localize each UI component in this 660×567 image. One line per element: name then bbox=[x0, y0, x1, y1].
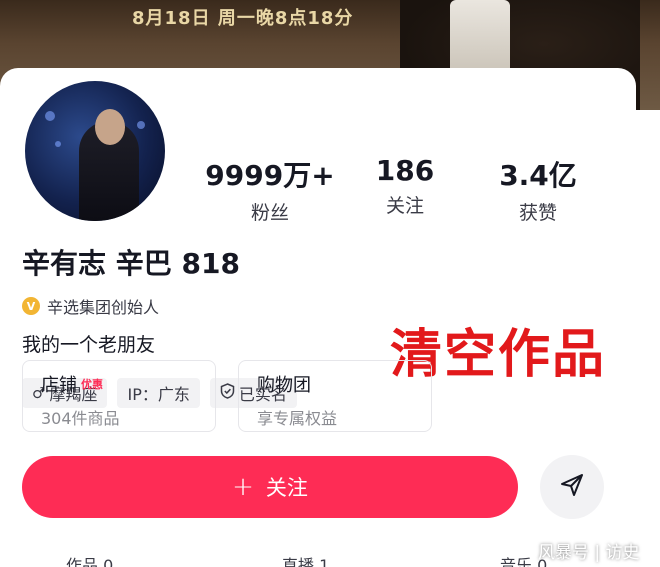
avatar[interactable] bbox=[20, 76, 170, 226]
verified-badge-icon: V bbox=[22, 297, 40, 315]
watermark: 风暴号 | 访史 bbox=[538, 543, 640, 563]
send-icon bbox=[559, 472, 585, 502]
stat-fans-value: 9999万+ bbox=[205, 159, 335, 192]
share-button[interactable] bbox=[540, 455, 604, 519]
profile-bio: 我的一个老朋友 bbox=[22, 334, 156, 356]
tab-live[interactable]: 直播 1 bbox=[282, 552, 329, 567]
shopping-group-card[interactable]: 购物团 享专属权益 bbox=[238, 360, 432, 432]
profile-name: 辛有志 辛巴 818 bbox=[22, 247, 240, 280]
plus-icon: + bbox=[232, 472, 254, 502]
stat-likes-label: 获赞 bbox=[518, 202, 557, 224]
store-card[interactable]: 店铺 优惠 304件商品 bbox=[22, 360, 216, 432]
stat-following-label: 关注 bbox=[385, 195, 424, 217]
stat-likes[interactable]: 3.4亿 获赞 bbox=[488, 154, 588, 225]
stat-following[interactable]: 186 关注 bbox=[360, 154, 450, 218]
shopping-group-subtitle: 享专属权益 bbox=[257, 409, 338, 428]
banner-schedule-text: 8月18日 周一晚8点18分 bbox=[132, 8, 354, 29]
follow-button[interactable]: + 关注 bbox=[22, 456, 518, 518]
stat-fans-label: 粉丝 bbox=[250, 202, 289, 224]
stat-following-value: 186 bbox=[375, 154, 435, 187]
stat-likes-value: 3.4亿 bbox=[499, 159, 577, 192]
store-subtitle: 304件商品 bbox=[41, 409, 120, 428]
stat-fans[interactable]: 9999万+ 粉丝 bbox=[200, 154, 340, 225]
verification-text: 辛选集团创始人 bbox=[47, 298, 160, 317]
verification-row: V 辛选集团创始人 bbox=[22, 294, 159, 318]
store-promo-badge: 优惠 bbox=[81, 378, 103, 391]
shield-check-icon bbox=[220, 383, 235, 403]
tab-works[interactable]: 作品 0 bbox=[66, 552, 113, 567]
shopping-group-title: 购物团 bbox=[257, 375, 311, 396]
store-title: 店铺 bbox=[41, 375, 77, 396]
follow-button-label: 关注 bbox=[265, 476, 308, 500]
